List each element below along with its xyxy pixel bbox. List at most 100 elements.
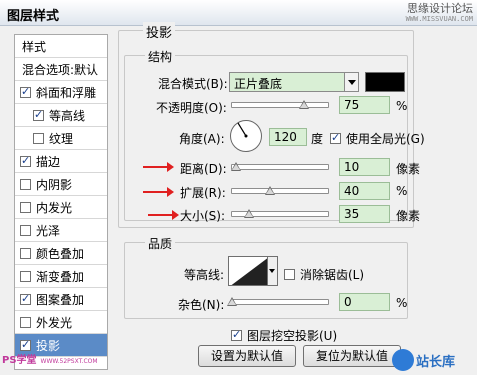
structure-legend: 结构 [145,48,176,65]
global-light-checkbox-row[interactable]: 使用全局光(G) [330,130,425,147]
blend-mode-label: 混合模式(B): [158,77,228,91]
sidebar-item[interactable]: 光泽 [15,219,107,242]
global-light-label: 使用全局光(G) [346,132,425,146]
sidebar-item-label: 外发光 [36,315,73,330]
contour-picker[interactable] [228,256,268,286]
angle-dial-needle [237,122,248,138]
sidebar-item-label: 混合选项:默认 [22,62,99,77]
sidebar-item[interactable]: 纹理 [15,127,107,150]
sidebar-item-label: 纹理 [49,131,74,146]
annotation-arrow-distance [143,162,174,172]
spread-label: 扩展(R): [180,186,226,200]
sidebar-item[interactable]: 颜色叠加 [15,242,107,265]
noise-label: 杂色(N): [178,298,225,312]
watermark-logo-icon [392,349,414,371]
blend-mode-value: 正片叠底 [234,77,283,91]
angle-dial[interactable] [230,120,262,152]
knockout-label: 图层挖空投影(U) [247,329,338,343]
shadow-color-swatch[interactable] [365,72,405,92]
sidebar-item-label: 内发光 [36,200,73,215]
noise-unit: % [396,296,408,310]
spread-unit: % [396,184,408,198]
sidebar-item-checkbox[interactable] [20,270,31,282]
opacity-input[interactable]: 75 [339,96,390,114]
sidebar-item-label: 描边 [36,154,61,169]
sidebar-item-checkbox[interactable] [20,316,31,328]
opacity-label: 不透明度(O): [156,101,227,115]
global-light-checkbox[interactable] [330,131,341,144]
annotation-arrow-size [148,210,179,220]
dialog-title: 图层样式 [7,9,60,24]
sidebar-item-checkbox[interactable] [20,338,31,351]
noise-input[interactable]: 0 [339,293,390,311]
watermark-bottom-right: 站长库 [392,349,474,371]
quality-legend: 品质 [145,235,176,252]
blend-mode-select[interactable]: 正片叠底 [229,72,359,92]
sidebar-item-checkbox[interactable] [20,224,31,236]
style-list: 样式混合选项:默认斜面和浮雕等高线纹理描边内阴影内发光光泽颜色叠加渐变叠加图案叠… [14,34,108,370]
sidebar-item-label: 图案叠加 [36,292,85,307]
knockout-checkbox[interactable] [231,328,242,341]
sidebar-item[interactable]: 外发光 [15,311,107,334]
sidebar-item-label: 光泽 [36,223,61,238]
anti-alias-label: 消除锯齿(L) [300,268,365,282]
angle-input[interactable]: 120 [269,128,307,146]
watermark-ps-url: WWW.52PSXT.COM [40,358,98,365]
opacity-slider[interactable] [231,100,329,109]
watermark-bottom-right-label: 站长库 [416,355,456,370]
sidebar-item[interactable]: 样式 [15,35,107,58]
distance-slider-thumb[interactable] [231,162,241,171]
reset-default-button[interactable]: 复位为默认值 [303,345,401,367]
sidebar-item[interactable]: 内阴影 [15,173,107,196]
angle-label: 角度(A): [179,132,225,146]
watermark-top-line2: WWW.MISSVUAN.COM [405,15,473,23]
noise-slider[interactable] [227,297,329,306]
spread-input[interactable]: 40 [339,182,390,200]
sidebar-item[interactable]: 混合选项:默认 [15,58,107,81]
sidebar-item[interactable]: 等高线 [15,104,107,127]
sidebar-item-label: 颜色叠加 [36,246,85,261]
drop-shadow-title: 投影 [143,22,176,41]
contour-label: 等高线: [184,268,225,282]
make-default-button[interactable]: 设置为默认值 [198,345,296,367]
size-slider[interactable] [231,209,329,218]
sidebar-item-checkbox[interactable] [33,132,44,144]
distance-input[interactable]: 10 [339,158,390,176]
angle-unit: 度 [311,132,324,146]
sidebar-item[interactable]: 内发光 [15,196,107,219]
contour-dropdown-arrow[interactable] [268,256,278,286]
anti-alias-checkbox-row[interactable]: 消除锯齿(L) [284,266,364,283]
watermark-ps-label: PS学堂 [2,355,37,366]
sidebar-item-checkbox[interactable] [20,154,31,167]
size-input[interactable]: 35 [339,205,390,223]
sidebar-item[interactable]: 渐变叠加 [15,265,107,288]
noise-slider-thumb[interactable] [227,297,237,306]
sidebar-item-checkbox[interactable] [33,108,44,121]
distance-slider[interactable] [231,162,329,171]
sidebar-item-label: 等高线 [49,108,86,123]
size-slider-thumb[interactable] [244,209,254,218]
spread-slider[interactable] [231,186,329,195]
watermark-ps: PS学堂 WWW.52PSXT.COM [2,351,98,366]
sidebar-item-checkbox[interactable] [20,85,31,98]
sidebar-item-checkbox[interactable] [20,247,31,259]
sidebar-item-label: 内阴影 [36,177,73,192]
anti-alias-checkbox[interactable] [284,269,295,280]
sidebar-item[interactable]: 描边 [15,150,107,173]
sidebar-item-checkbox[interactable] [20,178,31,190]
opacity-slider-thumb[interactable] [299,100,309,109]
sidebar-item-checkbox[interactable] [20,292,31,305]
size-label: 大小(S): [180,209,226,223]
annotation-arrow-spread [143,187,174,197]
sidebar-item[interactable]: 斜面和浮雕 [15,81,107,104]
spread-slider-thumb[interactable] [265,186,275,195]
opacity-unit: % [396,99,408,113]
sidebar-item-label: 样式 [22,39,47,54]
watermark-top-line1: 思缘设计论坛 [407,2,473,15]
knockout-checkbox-row[interactable]: 图层挖空投影(U) [231,327,337,344]
sidebar-item-checkbox[interactable] [20,201,31,213]
contour-curve-icon [231,258,267,285]
distance-label: 距离(D): [180,162,227,176]
sidebar-item[interactable]: 图案叠加 [15,288,107,311]
sidebar-item-label: 渐变叠加 [36,269,85,284]
